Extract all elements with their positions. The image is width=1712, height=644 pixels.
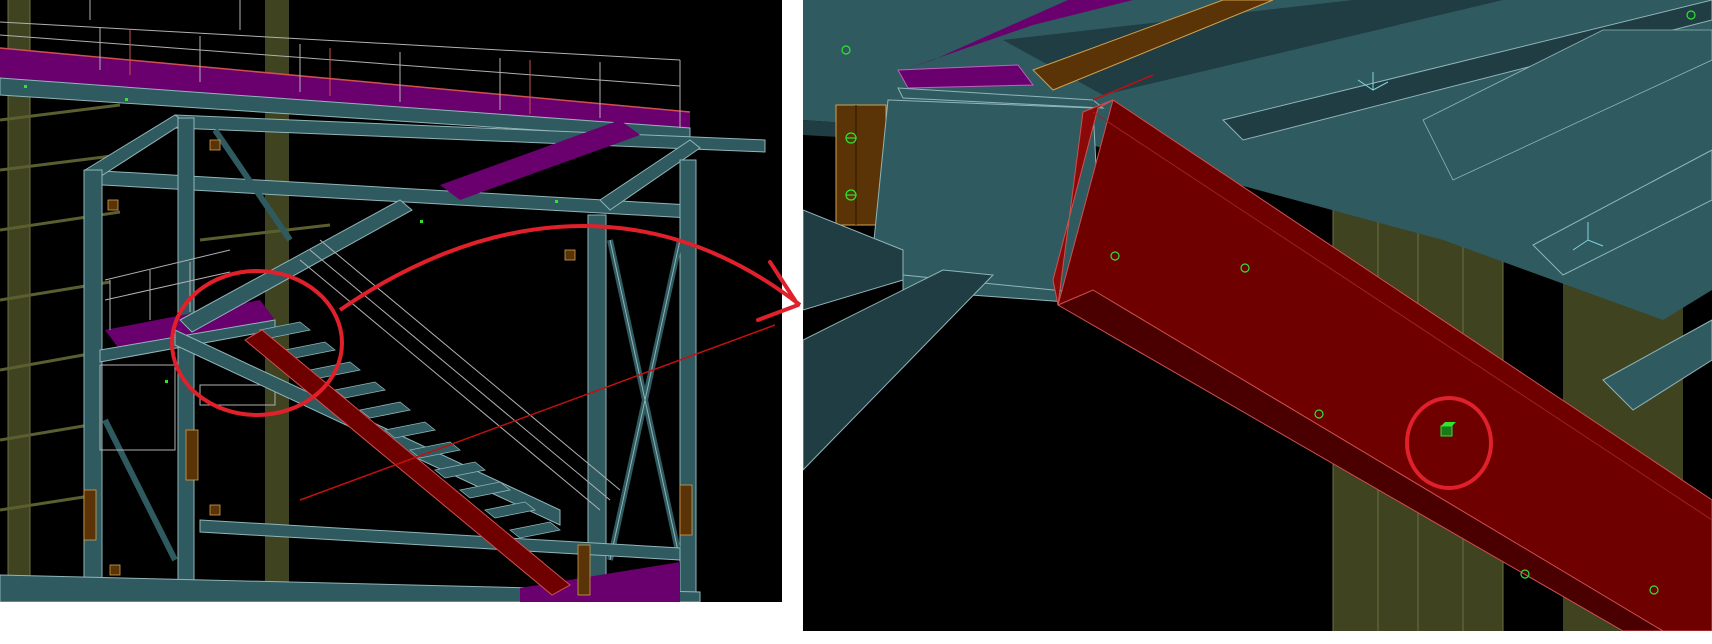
stair-stringer-selected[interactable] (244, 329, 571, 596)
upper-stair-stringer[interactable] (179, 199, 413, 333)
frame-column-left-back[interactable] (177, 117, 195, 602)
detail-3d-viewport[interactable] (803, 0, 1712, 631)
stair-treads (259, 321, 561, 539)
frame-column-right-back[interactable] (679, 159, 697, 602)
overview-model-drawing (0, 0, 776, 602)
detail-model-drawing (803, 0, 1712, 631)
overview-3d-viewport[interactable] (0, 0, 782, 602)
